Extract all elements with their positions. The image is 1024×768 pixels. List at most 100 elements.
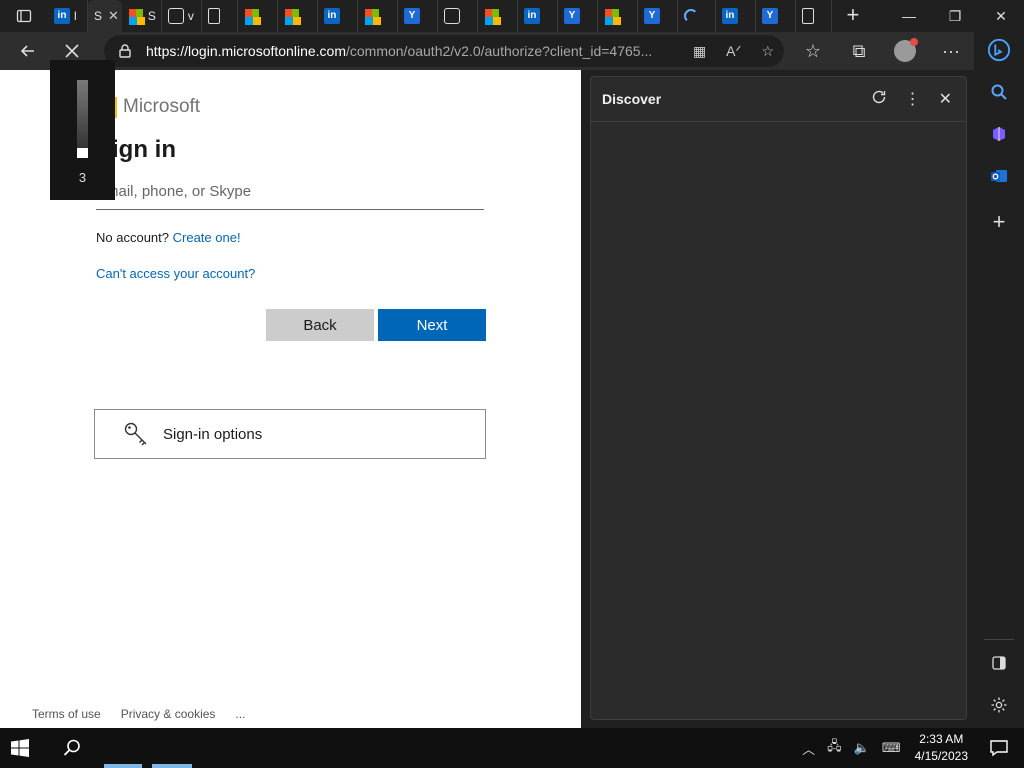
microsoft-icon [127, 8, 145, 25]
page-footer: Terms of use Privacy & cookies ... [32, 707, 245, 721]
clock[interactable]: 2:33 AM 4/15/2023 [915, 731, 968, 765]
key-icon [124, 422, 147, 446]
email-field[interactable] [96, 178, 484, 210]
brand-name: Microsoft [123, 96, 201, 117]
add-sidebar-app-button[interactable]: + [987, 209, 1011, 234]
restore-button[interactable]: ❐ [932, 0, 978, 32]
outlook-icon [991, 170, 1007, 182]
linkedin-icon: in [721, 8, 738, 24]
tab-microsoft[interactable]: S [122, 0, 162, 32]
create-account-link[interactable]: Create one! [173, 230, 241, 245]
tab-linkedin[interactable]: in [318, 0, 358, 32]
tab-signin-active[interactable]: S ✕ [88, 0, 122, 32]
back-nav-button[interactable] [8, 32, 48, 70]
url-domain: https://login.microsoftonline.com [146, 43, 346, 59]
keyboard-icon[interactable]: ⌨ [882, 740, 901, 756]
linkedin-icon: in [323, 8, 340, 24]
profile-button[interactable] [882, 32, 928, 70]
signin-options-label: Sign-in options [163, 425, 263, 443]
microsoft-icon [483, 8, 501, 25]
close-panel-icon[interactable]: ✕ [939, 89, 952, 109]
arrow-left-icon [20, 45, 34, 57]
tab-title: S [94, 9, 103, 23]
tab-bag[interactable]: v [162, 0, 202, 32]
app-available-icon[interactable]: ▦ [693, 43, 706, 60]
taskbar-app-indicator[interactable] [152, 764, 192, 768]
privacy-link[interactable]: Privacy & cookies [121, 707, 216, 721]
taskbar-app-indicator[interactable] [104, 764, 142, 768]
add-favorite-icon[interactable]: ☆ [761, 43, 774, 60]
terms-link[interactable]: Terms of use [32, 707, 101, 721]
settings-more-button[interactable]: ··· [928, 32, 974, 70]
close-window-button[interactable]: ✕ [978, 0, 1024, 32]
microsoft-icon [363, 8, 381, 25]
address-bar[interactable]: https://login.microsoftonline.com/common… [104, 35, 784, 67]
tab-title: S [147, 9, 156, 23]
tab-actions-button[interactable] [0, 0, 48, 32]
search-sidebar-button[interactable] [987, 80, 1011, 104]
cant-access-link[interactable]: Can't access your account? [96, 266, 255, 281]
toolbar-right: ☆ ⧉ ··· [790, 32, 974, 70]
tab-yahoo[interactable]: Y [558, 0, 598, 32]
windows-start-icon[interactable] [10, 738, 30, 758]
tab-microsoft[interactable] [598, 0, 638, 32]
search-icon[interactable] [62, 738, 82, 758]
tab-strip: in l S ✕ S v in Y in Y Y in Y + — ❐ ✕ [0, 0, 1024, 32]
close-icon: ✕ [995, 8, 1007, 24]
cant-access-row: Can't access your account? [96, 266, 255, 281]
yahoo-icon: Y [761, 8, 778, 24]
minimize-button[interactable]: — [886, 0, 932, 32]
next-button[interactable]: Next [378, 309, 486, 341]
refresh-icon[interactable] [871, 89, 887, 110]
windows-taskbar: ︿ 🖧 🔈 ⌨ 2:33 AM 4/15/2023 [0, 728, 1024, 768]
volume-icon[interactable]: 🔈 [854, 740, 870, 756]
tab-yahoo[interactable]: Y [756, 0, 796, 32]
volume-slider-track[interactable] [77, 80, 88, 158]
favorites-star-icon: ☆ [804, 40, 822, 61]
back-button[interactable]: Back [266, 309, 374, 341]
no-account-row: No account? Create one! [96, 230, 241, 245]
lock-icon [118, 44, 132, 58]
tab-microsoft[interactable] [278, 0, 318, 32]
bing-chat-button[interactable] [987, 38, 1011, 62]
network-icon[interactable]: 🖧 [827, 737, 842, 759]
tab-microsoft[interactable] [478, 0, 518, 32]
more-options-icon[interactable]: ⋮ [905, 89, 921, 109]
window-controls: — ❐ ✕ [886, 0, 1024, 32]
footer-more-button[interactable]: ... [235, 707, 245, 721]
tab-bag[interactable] [438, 0, 478, 32]
volume-slider-thumb[interactable] [77, 148, 88, 158]
outlook-sidebar-button[interactable] [987, 164, 1011, 188]
url-text[interactable]: https://login.microsoftonline.com/common… [146, 43, 666, 59]
tab-yahoo[interactable]: Y [398, 0, 438, 32]
sidebar-settings-button[interactable] [987, 693, 1011, 717]
linkedin-icon: in [54, 8, 70, 24]
read-aloud-icon[interactable]: Aᐟ [726, 43, 741, 60]
tab-linkedin[interactable]: in [518, 0, 558, 32]
tab-linkedin[interactable]: in [716, 0, 756, 32]
new-tab-button[interactable]: + [838, 0, 868, 32]
no-account-text: No account? [96, 230, 169, 245]
close-tab-icon[interactable]: ✕ [108, 8, 119, 24]
tab-microsoft[interactable] [358, 0, 398, 32]
tab-microsoft[interactable] [238, 0, 278, 32]
tab-linkedin[interactable]: in l [48, 0, 88, 32]
signin-options-button[interactable]: Sign-in options [94, 409, 486, 459]
search-icon [991, 84, 1007, 100]
avatar [894, 38, 918, 62]
bag-icon [443, 8, 460, 24]
microsoft-icon [243, 8, 261, 25]
hide-sidebar-button[interactable] [987, 651, 1011, 675]
notification-icon[interactable] [988, 737, 1010, 759]
collections-button[interactable]: ⧉ [836, 32, 882, 70]
tab-yahoo[interactable]: Y [638, 0, 678, 32]
restore-icon: ❐ [948, 8, 962, 24]
sidebar-toggle-icon [992, 656, 1006, 670]
tab-document[interactable] [796, 0, 832, 32]
tab-loading[interactable] [678, 0, 716, 32]
favorites-button[interactable]: ☆ [790, 32, 836, 70]
copilot-sidebar-button[interactable] [987, 122, 1011, 146]
chevron-up-icon[interactable]: ︿ [802, 739, 815, 758]
tab-document[interactable] [202, 0, 238, 32]
minimize-icon: — [902, 8, 916, 24]
